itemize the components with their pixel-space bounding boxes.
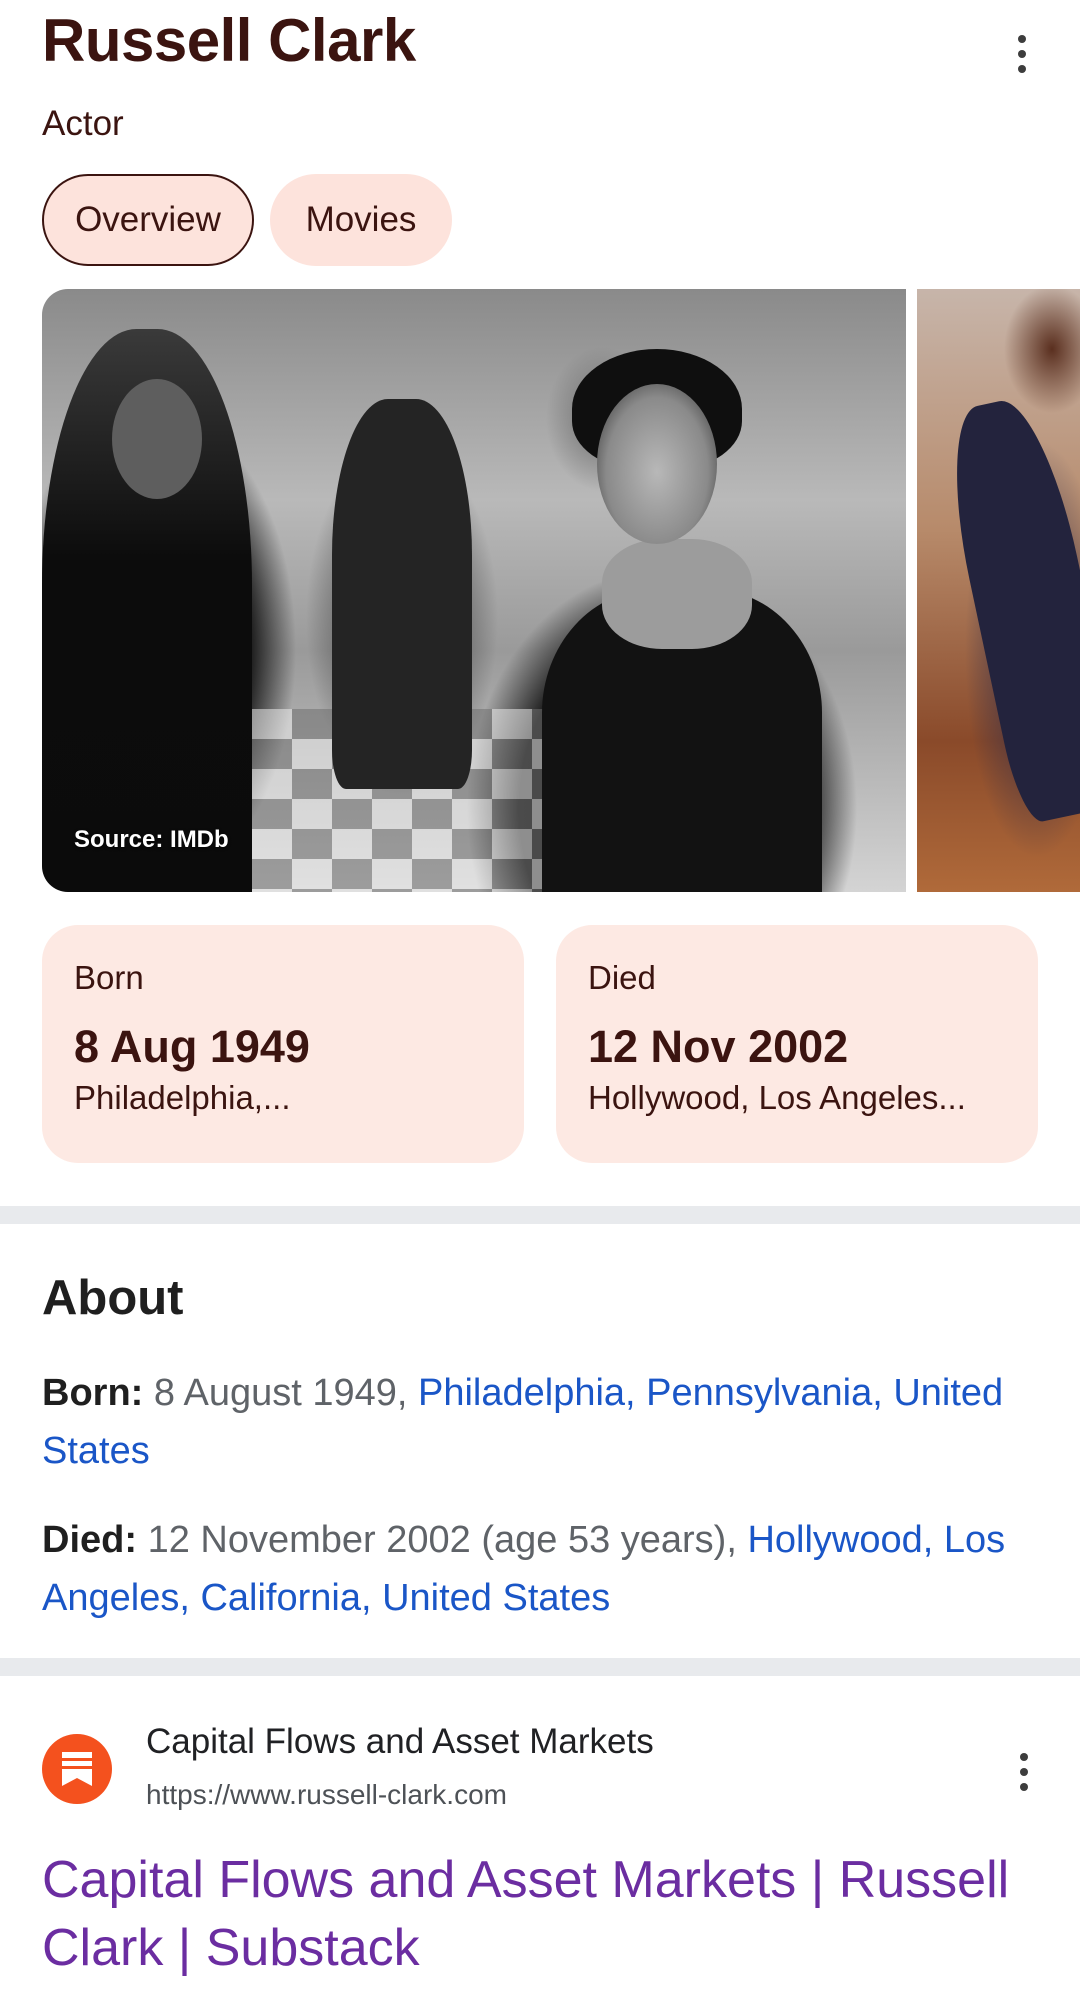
bookmark-icon [62, 1752, 92, 1786]
tab-movies[interactable]: Movies [270, 174, 452, 266]
died-card-place: Hollywood, Los Angeles... [588, 1079, 966, 1116]
result-more-options-icon[interactable] [994, 1742, 1054, 1802]
born-card-label: Born [74, 959, 144, 996]
about-died-text: 12 November 2002 (age 53 years), [147, 1519, 737, 1561]
about-died-label: Died: [42, 1519, 137, 1561]
died-card-date: 12 Nov 2002 [588, 1021, 849, 1072]
born-card-date: 8 Aug 1949 [74, 1021, 310, 1072]
born-card-place: Philadelphia,... [74, 1079, 291, 1116]
about-born-label: Born: [42, 1372, 144, 1414]
substack-favicon-icon[interactable] [42, 1734, 112, 1804]
died-card[interactable]: Died 12 Nov 2002 Hollywood, Los Angeles.… [556, 925, 1038, 1163]
about-born-text: 8 August 1949, [153, 1372, 408, 1414]
result-site-name[interactable]: Capital Flows and Asset Markets [146, 1722, 654, 1762]
result-url[interactable]: https://www.russell-clark.com [146, 1779, 507, 1811]
image-main[interactable] [42, 289, 906, 892]
image-secondary[interactable] [917, 289, 1080, 892]
image-source-label: Source: IMDb [74, 826, 229, 853]
result-title-link[interactable]: Capital Flows and Asset Markets | Russel… [42, 1846, 1042, 1982]
entity-subtitle: Actor [42, 104, 124, 143]
died-card-label: Died [588, 959, 656, 996]
section-divider [0, 1206, 1080, 1224]
about-died: Died: 12 November 2002 (age 53 years), H… [42, 1511, 1032, 1627]
tab-overview[interactable]: Overview [42, 174, 254, 266]
about-born: Born: 8 August 1949, Philadelphia, Penns… [42, 1364, 1032, 1480]
born-card[interactable]: Born 8 Aug 1949 Philadelphia,... [42, 925, 524, 1163]
more-options-icon[interactable] [992, 24, 1052, 84]
entity-title: Russell Clark [42, 7, 416, 74]
section-divider [0, 1658, 1080, 1676]
about-heading: About [42, 1271, 184, 1325]
